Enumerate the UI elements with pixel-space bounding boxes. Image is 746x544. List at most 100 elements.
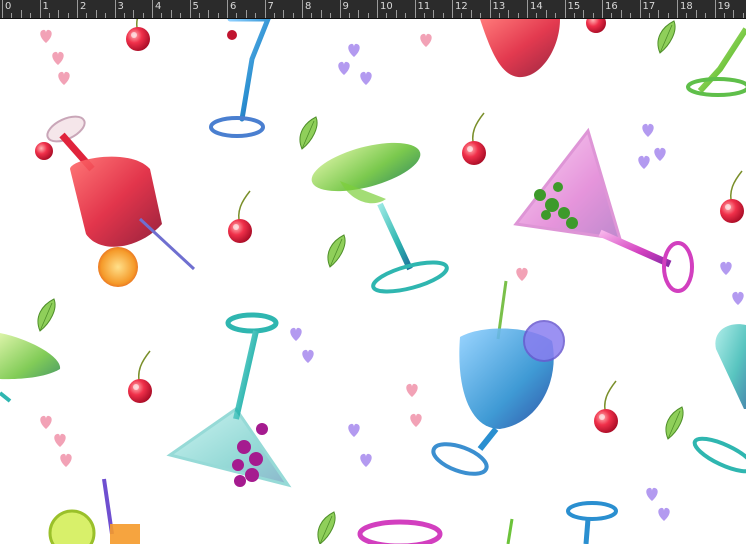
ruler-minor-tick <box>573 13 575 18</box>
ruler-minor-tick <box>292 13 294 18</box>
ruler-label: 15 <box>567 1 581 12</box>
ruler-label: 6 <box>230 1 237 12</box>
ruler-minor-tick <box>695 10 697 18</box>
ruler-label: 0 <box>5 1 12 12</box>
ruler-major-tick <box>377 0 378 18</box>
ruler-minor-tick <box>742 13 744 18</box>
ruler-minor-tick <box>30 13 32 18</box>
ruler-minor-tick <box>733 10 735 18</box>
leaf-icon <box>317 511 336 544</box>
green-margarita-left-edge <box>0 333 61 403</box>
ruler-minor-tick <box>123 13 125 18</box>
ruler-major-tick <box>527 0 528 18</box>
ruler-label: 17 <box>642 1 656 12</box>
ruler-minor-tick <box>555 13 557 18</box>
ruler-minor-tick <box>255 13 257 18</box>
teal-glass-right-edge <box>692 324 746 474</box>
ruler-minor-tick <box>620 10 622 18</box>
leaf-icon <box>657 20 676 54</box>
ruler-minor-tick <box>48 13 50 18</box>
ruler-minor-tick <box>517 13 519 18</box>
ruler-major-tick <box>152 0 153 18</box>
magenta-martini-glass <box>513 127 694 293</box>
ruler-minor-tick <box>245 10 247 18</box>
ruler-minor-tick <box>58 10 60 18</box>
ruler-label: 13 <box>492 1 506 12</box>
ruler-label: 12 <box>455 1 468 12</box>
ruler-minor-tick <box>367 13 369 18</box>
ruler-minor-tick <box>105 13 107 18</box>
ruler-minor-tick <box>170 10 172 18</box>
top-ruler[interactable]: 0 1 2 3 4 5 6 7 8 9 10 11 12 13 14 15 16 17 18 19 <box>0 0 746 19</box>
ruler-minor-tick <box>161 13 163 18</box>
ruler-major-tick <box>339 0 341 18</box>
bottom-partial-glasses <box>48 478 618 544</box>
ruler-minor-tick <box>433 10 435 18</box>
ruler-minor-tick <box>470 10 472 18</box>
ruler-minor-tick <box>723 13 725 18</box>
ruler-minor-tick <box>180 13 182 18</box>
leaf-icon <box>327 234 346 268</box>
blue-cocktail-glass <box>431 280 565 476</box>
ruler-minor-tick <box>386 13 388 18</box>
ruler-major-tick <box>114 0 116 18</box>
ruler-label: 4 <box>155 1 162 12</box>
green-glass-top-right <box>686 27 746 97</box>
ruler-major-tick <box>452 0 453 18</box>
ruler-minor-tick <box>133 10 135 18</box>
green-margarita-glass <box>311 142 449 294</box>
ruler-minor-tick <box>283 10 285 18</box>
ruler-major-tick <box>189 0 191 18</box>
ruler-major-tick <box>677 0 678 18</box>
ruler-major-tick <box>2 0 3 18</box>
ruler-minor-tick <box>498 13 500 18</box>
ruler-minor-tick <box>330 13 332 18</box>
teal-martini-glass <box>166 312 292 488</box>
ruler-label: 14 <box>530 1 543 12</box>
ruler-minor-tick <box>67 13 69 18</box>
leaf-icon <box>299 116 318 150</box>
ruler-minor-tick <box>705 13 707 18</box>
ruler-label: 1 <box>42 1 49 12</box>
hearts-violet <box>290 43 744 521</box>
ruler-minor-tick <box>536 13 538 18</box>
ruler-minor-tick <box>311 13 313 18</box>
ruler-minor-tick <box>11 13 13 18</box>
image-canvas[interactable] <box>0 19 746 544</box>
ruler-major-tick <box>602 0 603 18</box>
ruler-minor-tick <box>236 13 238 18</box>
cherry-icon <box>127 350 153 404</box>
ruler-minor-tick <box>273 13 275 18</box>
ruler-major-tick <box>264 0 266 18</box>
ruler-minor-tick <box>583 10 585 18</box>
ruler-major-tick <box>639 0 641 18</box>
ruler-label: 11 <box>417 1 431 12</box>
ruler-minor-tick <box>508 10 510 18</box>
ruler-minor-tick <box>480 13 482 18</box>
ruler-minor-tick <box>686 13 688 18</box>
ruler-minor-tick <box>667 13 669 18</box>
ruler-label: 3 <box>117 1 124 12</box>
leaf-icon <box>665 406 684 440</box>
ruler-minor-tick <box>320 10 322 18</box>
cherry-icon <box>125 19 151 52</box>
ruler-minor-tick <box>658 10 660 18</box>
cherry-icon <box>461 112 487 166</box>
ruler-major-tick <box>227 0 228 18</box>
ruler-minor-tick <box>630 13 632 18</box>
ruler-label: 8 <box>305 1 312 12</box>
cherry-icon <box>593 380 619 434</box>
ruler-minor-tick <box>217 13 219 18</box>
ruler-minor-tick <box>405 13 407 18</box>
ruler-label: 16 <box>605 1 618 12</box>
ruler-label: 18 <box>680 1 693 12</box>
ruler-minor-tick <box>198 13 200 18</box>
ruler-minor-tick <box>86 13 88 18</box>
ruler-minor-tick <box>423 13 425 18</box>
ruler-major-tick <box>489 0 491 18</box>
ruler-minor-tick <box>395 10 397 18</box>
ruler-minor-tick <box>461 13 463 18</box>
ruler-label: 7 <box>267 1 274 12</box>
ruler-minor-tick <box>592 13 594 18</box>
red-tumbler-glass <box>35 115 196 287</box>
